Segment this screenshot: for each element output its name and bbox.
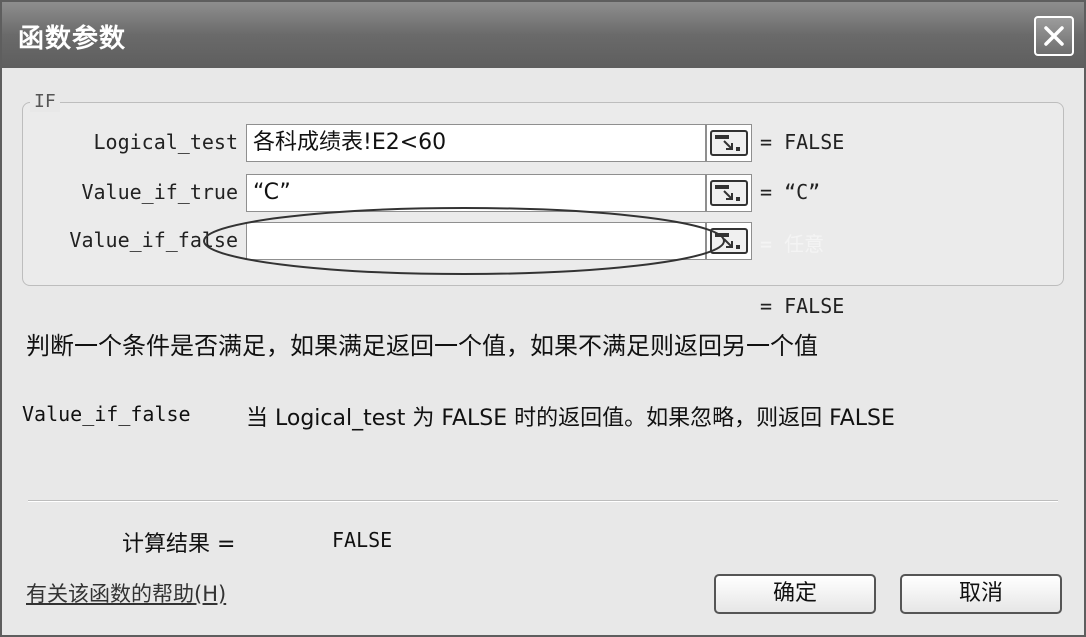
collapse-dialog-icon [710,228,748,254]
logical-test-input[interactable]: 各科成绩表!E2<60 [246,124,706,162]
arg-help-text: 当 Logical_test 为 FALSE 时的返回值。如果忽略，则返回 FA… [246,406,895,431]
title-bar[interactable]: 函数参数 [2,2,1084,68]
collapse-dialog-icon [710,130,748,156]
calc-result-label: 计算结果 = [122,532,236,557]
collapse-dialog-icon [710,180,748,206]
divider [28,500,1058,502]
value-if-true-input[interactable]: “C” [246,174,706,212]
close-icon [1044,26,1064,46]
logical-test-label: Logical_test [93,130,239,154]
function-arguments-dialog: 函数参数 IF Logical_test 各科成绩表!E2<60 = FALSE… [0,0,1086,637]
value-if-false-input[interactable] [246,222,706,260]
function-description: 判断一个条件是否满足，如果满足返回一个值，如果不满足则返回另一个值 [26,332,818,360]
calc-result-value: FALSE [332,528,393,552]
cancel-button[interactable]: 取消 [900,574,1062,614]
value-if-false-label: Value_if_false [69,228,238,252]
close-button[interactable] [1034,16,1074,56]
value-if-true-collapse-button[interactable] [706,174,752,212]
logical-test-result: = FALSE [760,130,845,154]
function-name: IF [30,91,60,112]
value-if-true-label: Value_if_true [81,180,238,204]
dialog-title: 函数参数 [18,24,127,54]
ok-button[interactable]: 确定 [714,574,876,614]
dialog-body: IF Logical_test 各科成绩表!E2<60 = FALSE Valu… [2,68,1084,635]
logical-test-collapse-button[interactable] [706,124,752,162]
arg-help-name: Value_if_false [22,402,191,426]
value-if-true-result: = “C” [760,180,821,204]
formula-result-preview: = FALSE [760,294,845,318]
value-if-false-result: = 任意 [760,232,825,256]
function-help-link[interactable]: 有关该函数的帮助(H) [26,578,226,608]
value-if-false-collapse-button[interactable] [706,222,752,260]
